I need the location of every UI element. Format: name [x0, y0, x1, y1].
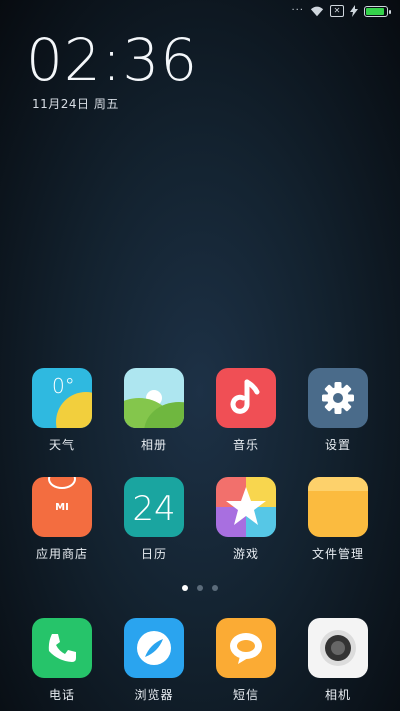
app-label: 音乐 — [232, 438, 259, 452]
app-settings[interactable]: 设置 — [292, 368, 384, 453]
app-label: 短信 — [232, 688, 259, 702]
app-store[interactable]: MI 应用商店 — [16, 477, 108, 562]
calendar-day: 24 — [132, 489, 176, 529]
calendar-icon: 24 — [124, 477, 184, 537]
app-label: 设置 — [324, 438, 351, 452]
store-badge: MI — [55, 502, 69, 513]
page-dot[interactable] — [212, 585, 218, 591]
weather-temperature: 0° — [52, 374, 75, 398]
app-label: 应用商店 — [35, 547, 88, 561]
app-label: 浏览器 — [134, 688, 174, 702]
dock-sms[interactable]: 短信 — [200, 618, 292, 703]
weather-icon: 0° — [32, 368, 92, 428]
app-gallery[interactable]: 相册 — [108, 368, 200, 453]
app-files[interactable]: 文件管理 — [292, 477, 384, 562]
status-bar: ··· ✕ — [0, 0, 400, 24]
clock-time: 02:36 — [26, 26, 199, 94]
app-store-icon: MI — [32, 477, 92, 537]
app-label: 相机 — [324, 688, 351, 702]
clock-date: 11月24日 周五 — [32, 97, 119, 111]
message-icon — [216, 618, 276, 678]
music-icon — [216, 368, 276, 428]
battery-icon — [364, 5, 391, 17]
no-sim-icon: ✕ — [330, 5, 344, 17]
games-star-icon — [216, 477, 276, 537]
charging-icon — [350, 5, 358, 17]
dock-browser[interactable]: 浏览器 — [108, 618, 200, 703]
app-calendar[interactable]: 24 日历 — [108, 477, 200, 562]
app-label: 游戏 — [232, 547, 259, 561]
battery-fill — [366, 7, 385, 15]
app-label: 文件管理 — [311, 547, 364, 561]
app-games[interactable]: 游戏 — [200, 477, 292, 562]
app-label: 日历 — [140, 547, 167, 561]
app-label: 电话 — [48, 688, 75, 702]
folder-icon — [308, 477, 368, 537]
app-weather[interactable]: 0° 天气 — [16, 368, 108, 453]
page-dot[interactable] — [197, 585, 203, 591]
signal-dots: ··· — [291, 5, 304, 16]
app-label: 相册 — [140, 438, 167, 452]
settings-gear-icon — [308, 368, 368, 428]
browser-icon — [124, 618, 184, 678]
wifi-icon — [310, 6, 324, 17]
page-indicator[interactable] — [0, 585, 400, 591]
app-label: 天气 — [48, 438, 75, 452]
phone-icon — [32, 618, 92, 678]
dock-camera[interactable]: 相机 — [292, 618, 384, 703]
gallery-icon — [124, 368, 184, 428]
page-dot[interactable] — [182, 585, 188, 591]
app-music[interactable]: 音乐 — [200, 368, 292, 453]
camera-icon — [308, 618, 368, 678]
dock-phone[interactable]: 电话 — [16, 618, 108, 703]
